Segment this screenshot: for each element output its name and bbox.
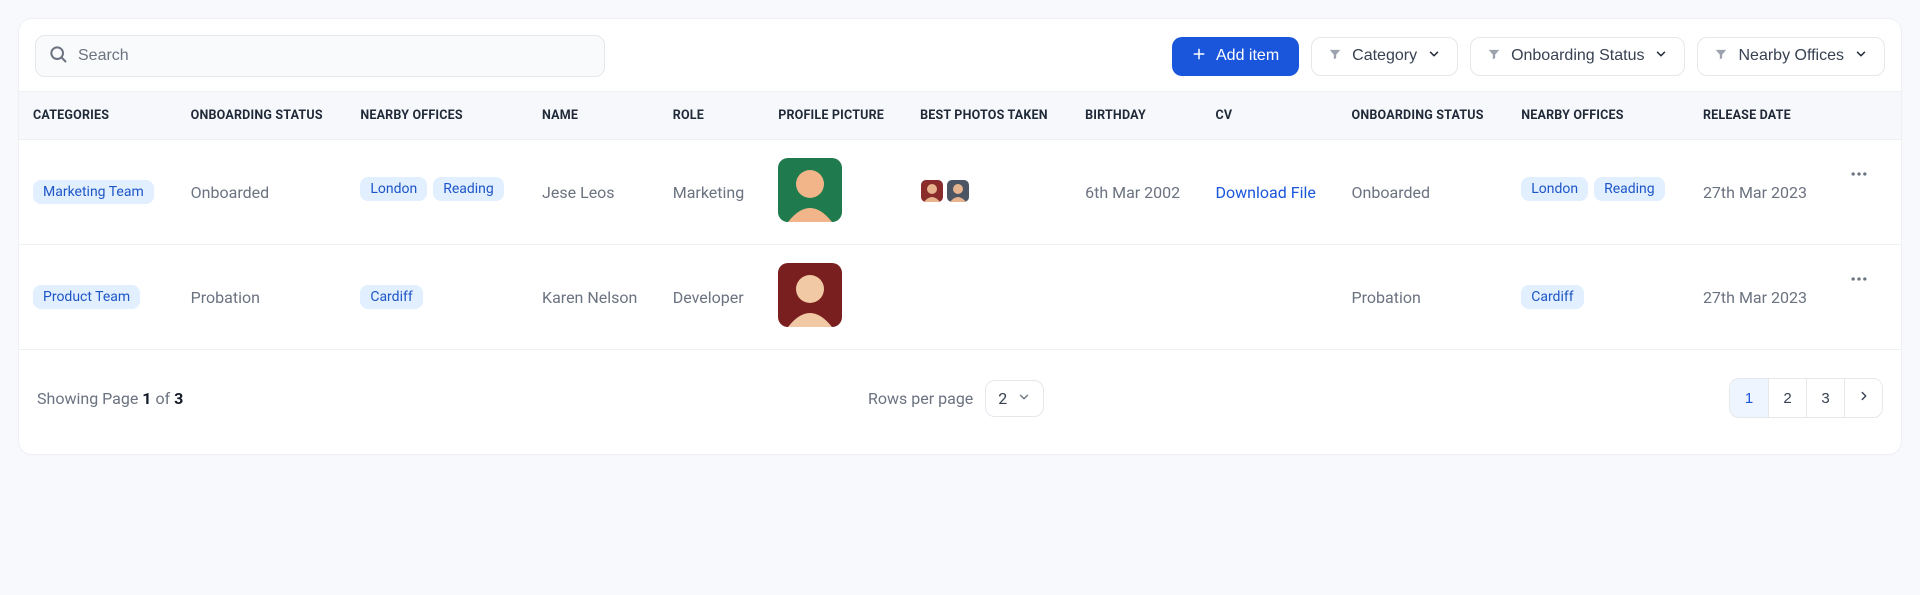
search-input[interactable] <box>78 47 592 65</box>
table-footer: Showing Page 1 of 3 Rows per page 2 123 <box>19 350 1901 424</box>
toolbar: Add item Category Onboarding Status <box>19 19 1901 91</box>
filter-icon <box>1328 47 1342 66</box>
table-wrap: CATEGORIESONBOARDING STATUSNEARBY OFFICE… <box>19 91 1901 350</box>
avatar <box>778 158 842 222</box>
add-item-button[interactable]: Add item <box>1172 37 1299 76</box>
row-actions-button[interactable] <box>1843 263 1875 298</box>
office-tag: London <box>1521 177 1588 201</box>
cell-best-photos <box>906 140 1071 245</box>
cell-onboarding-status: Onboarded <box>177 140 347 245</box>
avatar <box>778 263 842 327</box>
cell-best-photos <box>906 245 1071 350</box>
category-tag: Marketing Team <box>33 180 154 204</box>
column-header <box>1829 92 1901 140</box>
office-tag: London <box>360 177 427 201</box>
download-cv-link[interactable]: Download File <box>1216 183 1316 202</box>
column-header: ONBOARDING STATUS <box>1338 92 1508 140</box>
table-row: Product Team Probation Cardiff Karen Nelson… <box>19 245 1901 350</box>
add-item-label: Add item <box>1216 47 1279 65</box>
cell-name: Jese Leos <box>528 140 659 245</box>
cell-name: Karen Nelson <box>528 245 659 350</box>
category-tag: Product Team <box>33 285 140 309</box>
table-row: Marketing TeamOnboardedLondonReadingJese… <box>19 140 1901 245</box>
cell-birthday <box>1071 245 1201 350</box>
dots-horizontal-icon <box>1849 164 1869 187</box>
cell-nearby-offices-2: Cardiff <box>1507 245 1689 350</box>
office-tag: Reading <box>433 177 504 201</box>
cell-release-date: 27th Mar 2023 <box>1689 140 1829 245</box>
cell-onboarding-status-2: Probation <box>1338 245 1508 350</box>
chevron-down-icon <box>1654 47 1668 66</box>
photo-thumb <box>920 179 942 201</box>
chevron-right-icon <box>1857 389 1871 407</box>
cell-cv: Download File <box>1202 140 1338 245</box>
office-tag: Cardiff <box>360 285 422 309</box>
showing-prefix: Showing Page <box>37 389 142 408</box>
photo-thumb <box>946 179 968 201</box>
cell-role: Developer <box>659 245 764 350</box>
column-header: NAME <box>528 92 659 140</box>
column-header: ROLE <box>659 92 764 140</box>
plus-icon <box>1192 47 1206 66</box>
chevron-down-icon <box>1854 47 1868 66</box>
pager-page-button[interactable]: 1 <box>1730 379 1768 417</box>
pager-page-button[interactable]: 2 <box>1768 379 1806 417</box>
chevron-down-icon <box>1427 47 1441 66</box>
cell-actions <box>1829 245 1901 350</box>
data-table: CATEGORIESONBOARDING STATUSNEARBY OFFICE… <box>19 91 1901 350</box>
cell-categories: Product Team <box>19 245 177 350</box>
pager-page-button[interactable]: 3 <box>1806 379 1844 417</box>
cell-categories: Marketing Team <box>19 140 177 245</box>
of-separator: of <box>151 389 174 408</box>
table-header-row: CATEGORIESONBOARDING STATUSNEARBY OFFICE… <box>19 92 1901 140</box>
search-icon <box>48 44 68 68</box>
filter-icon <box>1714 47 1728 66</box>
column-header: PROFILE PICTURE <box>764 92 906 140</box>
column-header: NEARBY OFFICES <box>346 92 528 140</box>
chevron-down-icon <box>1017 389 1031 408</box>
cell-profile-picture <box>764 140 906 245</box>
filter-nearby-offices-button[interactable]: Nearby Offices <box>1697 37 1885 76</box>
cell-nearby-offices-2: LondonReading <box>1507 140 1689 245</box>
rows-per-page-control: Rows per page 2 <box>868 380 1044 417</box>
column-header: CATEGORIES <box>19 92 177 140</box>
cell-onboarding-status-2: Onboarded <box>1338 140 1508 245</box>
filter-icon <box>1487 47 1501 66</box>
office-tag: Reading <box>1594 177 1665 201</box>
column-header: NEARBY OFFICES <box>1507 92 1689 140</box>
column-header: ONBOARDING STATUS <box>177 92 347 140</box>
cell-onboarding-status: Probation <box>177 245 347 350</box>
rows-per-page-value: 2 <box>998 389 1007 408</box>
filter-label: Category <box>1352 47 1417 65</box>
column-header: BIRTHDAY <box>1071 92 1201 140</box>
filter-onboarding-status-button[interactable]: Onboarding Status <box>1470 37 1685 76</box>
rows-per-page-select[interactable]: 2 <box>985 380 1044 417</box>
column-header: CV <box>1202 92 1338 140</box>
filter-label: Onboarding Status <box>1511 47 1644 65</box>
pager: 123 <box>1729 378 1883 418</box>
cell-profile-picture <box>764 245 906 350</box>
cell-nearby-offices: Cardiff <box>346 245 528 350</box>
cell-release-date: 27th Mar 2023 <box>1689 245 1829 350</box>
cell-cv <box>1202 245 1338 350</box>
office-tag: Cardiff <box>1521 285 1583 309</box>
rows-per-page-label: Rows per page <box>868 389 973 408</box>
total-pages: 3 <box>174 389 183 408</box>
data-table-card: Add item Category Onboarding Status <box>18 18 1902 455</box>
cell-role: Marketing <box>659 140 764 245</box>
filter-label: Nearby Offices <box>1738 47 1844 65</box>
filter-category-button[interactable]: Category <box>1311 37 1458 76</box>
pager-next-button[interactable] <box>1844 379 1882 417</box>
search-wrapper[interactable] <box>35 35 605 77</box>
cell-nearby-offices: LondonReading <box>346 140 528 245</box>
dots-horizontal-icon <box>1849 269 1869 292</box>
pagination-info: Showing Page 1 of 3 <box>37 389 183 408</box>
cell-birthday: 6th Mar 2002 <box>1071 140 1201 245</box>
column-header: BEST PHOTOS TAKEN <box>906 92 1071 140</box>
column-header: RELEASE DATE <box>1689 92 1829 140</box>
cell-actions <box>1829 140 1901 245</box>
row-actions-button[interactable] <box>1843 158 1875 193</box>
